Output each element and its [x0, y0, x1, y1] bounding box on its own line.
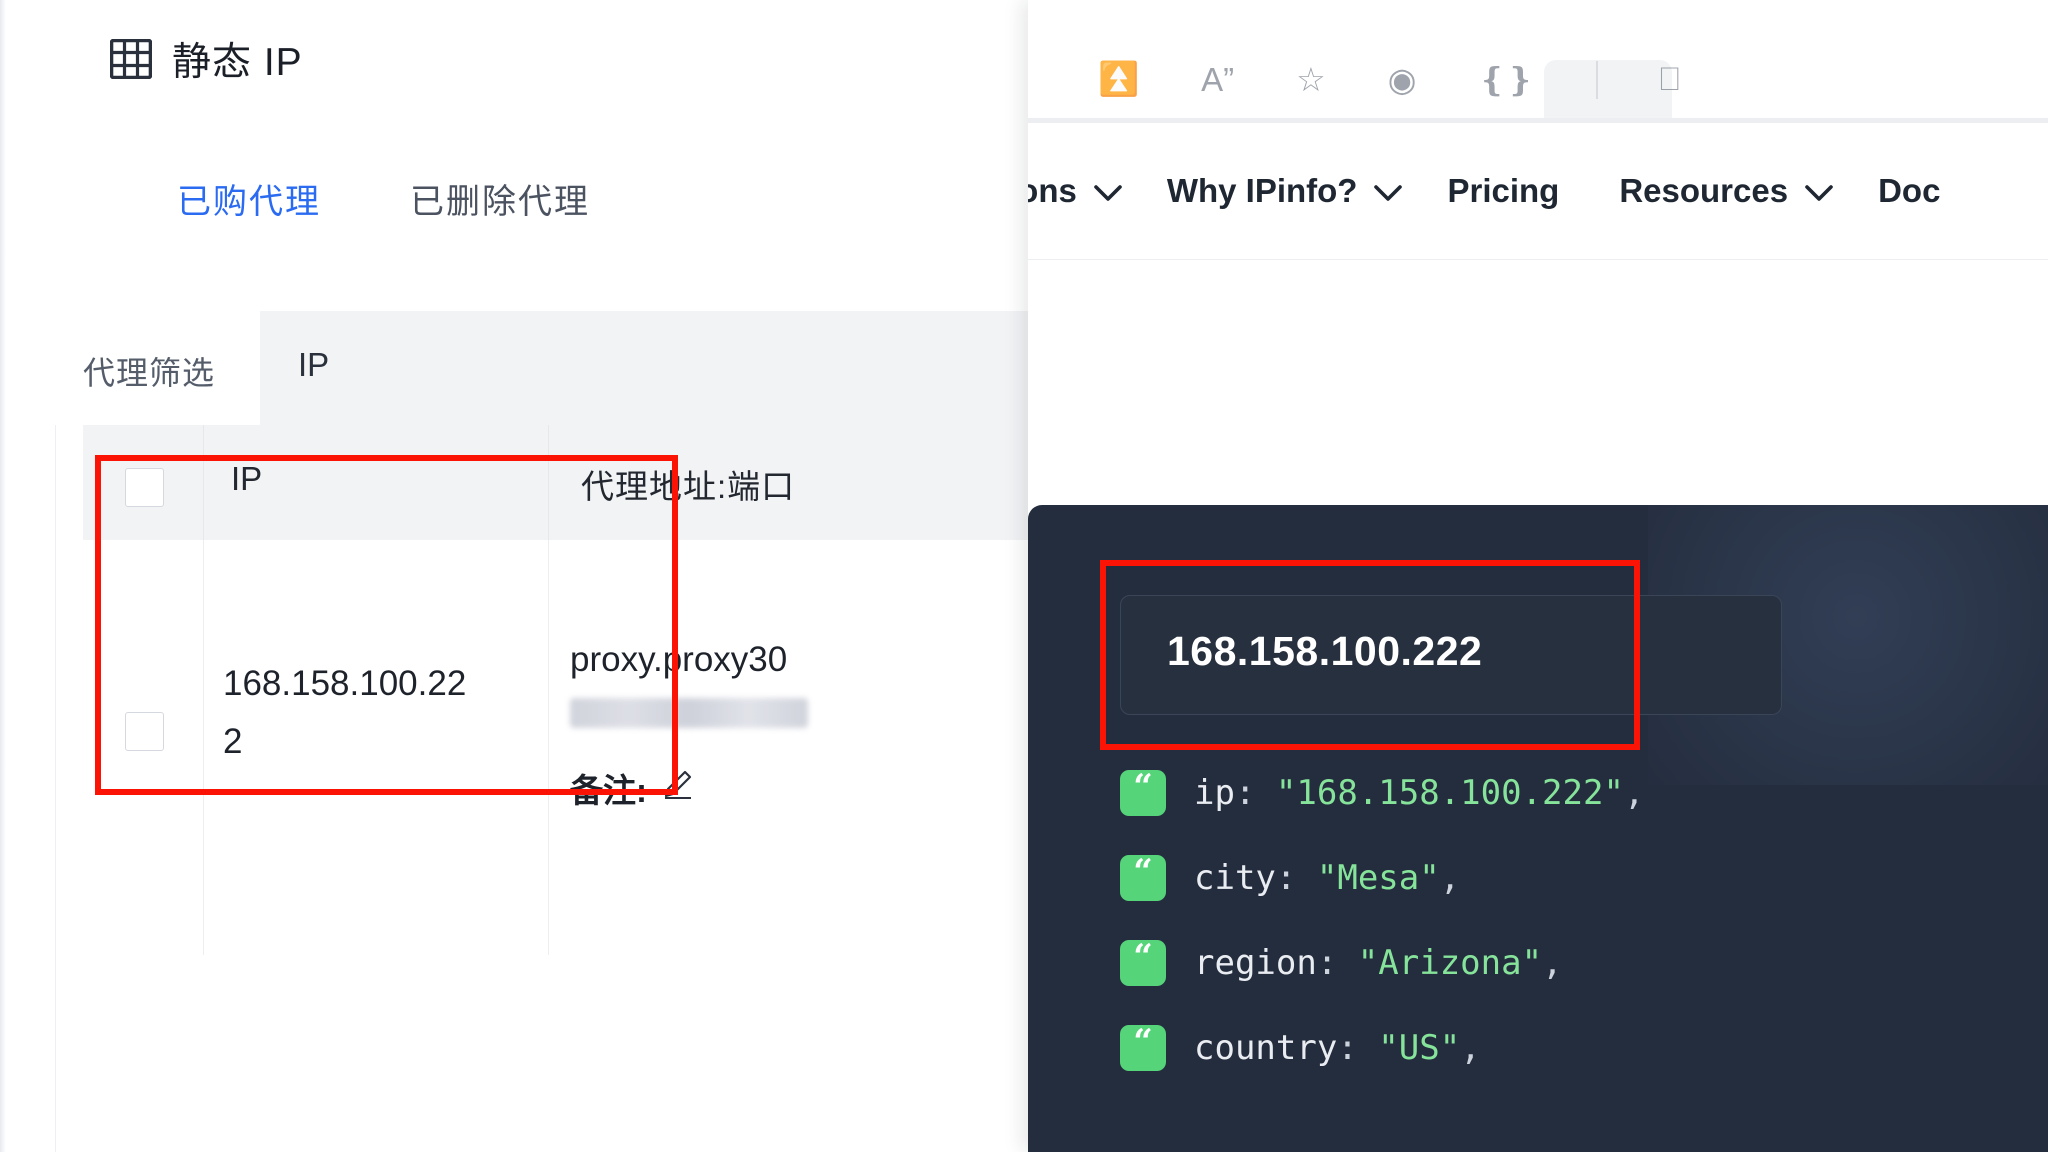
json-value: 168.158.100.222: [1296, 772, 1604, 813]
json-value: Arizona: [1378, 942, 1522, 983]
chevron-down-icon: [1804, 172, 1834, 210]
json-comma: ,: [1460, 1027, 1481, 1068]
json-colon: :: [1275, 857, 1297, 898]
json-quote-open: ": [1357, 942, 1379, 983]
chevron-down-icon: [450, 355, 484, 382]
ip-json-results: “ ip: "168.158.100.222", “ city: "Mesa",…: [1120, 750, 2040, 1090]
json-colon: :: [1234, 772, 1256, 813]
quote-icon: “: [1120, 769, 1166, 816]
toolbar-divider: [1595, 60, 1598, 99]
proxy-dashboard-window: 静态 IP 已购代理 已删除代理 代理筛选 IP IP 代理地址:端口 168.…: [0, 0, 1028, 1152]
tab-bar: 已购代理 已删除代理: [55, 117, 1028, 368]
nav-item-why-ipinfo[interactable]: Why IPinfo?: [1167, 172, 1404, 210]
json-line: region: "Arizona",: [1194, 943, 1563, 983]
quote-icon: “: [1120, 854, 1166, 901]
table-footer-edge: [83, 955, 1028, 967]
ip-search-highlight: [1100, 560, 1640, 750]
json-value: US: [1398, 1027, 1440, 1068]
json-quote-close: ": [1521, 942, 1543, 983]
page-header: 静态 IP: [55, 0, 1028, 118]
browser-toolbar-icons: ⏫ A” ☆ ◉ ❴❵ ⎕: [1098, 60, 1680, 99]
json-quote-open: ": [1316, 857, 1338, 898]
split-screen-icon[interactable]: ⎕: [1660, 60, 1680, 99]
nav-item-pricing[interactable]: Pricing: [1447, 172, 1575, 210]
ipinfo-navbar: tions Why IPinfo? Pricing Resources: [1028, 123, 2048, 260]
left-rail: [0, 0, 56, 1152]
nav-item-solutions[interactable]: tions: [1028, 172, 1123, 210]
nav-label: Pricing: [1447, 172, 1560, 209]
tab-purchased-proxies[interactable]: 已购代理: [177, 174, 321, 223]
json-value: Mesa: [1337, 857, 1420, 898]
list-item: “ region: "Arizona",: [1120, 920, 2040, 1005]
read-aloud-icon[interactable]: ⏫: [1098, 60, 1139, 99]
nav-label: Resources: [1619, 172, 1789, 209]
json-colon: :: [1316, 942, 1338, 983]
list-item: “ city: "Mesa",: [1120, 835, 2040, 920]
nav-label: tions: [1028, 172, 1077, 209]
nav-item-docs[interactable]: Doc: [1878, 172, 1956, 210]
list-item: “ ip: "168.158.100.222",: [1120, 750, 2040, 835]
quote-icon: “: [1120, 1024, 1166, 1071]
proxy-filter-value: IP: [298, 346, 330, 383]
json-key: country: [1194, 1027, 1338, 1068]
json-quote-close: ": [1419, 857, 1440, 898]
font-size-icon[interactable]: A”: [1201, 61, 1234, 99]
chevron-down-icon: [1093, 172, 1123, 210]
filter-search-area[interactable]: [512, 311, 1028, 428]
ip-column-highlight: [95, 455, 678, 795]
chevron-down-icon: [1373, 172, 1403, 210]
json-line: ip: "168.158.100.222",: [1194, 773, 1644, 813]
json-line: city: "Mesa",: [1194, 858, 1460, 898]
json-quote-open: ": [1378, 1027, 1399, 1068]
proxy-filter-select[interactable]: IP: [260, 311, 513, 428]
json-key: region: [1194, 942, 1317, 983]
json-quote-open: ": [1275, 772, 1297, 813]
json-key: ip: [1194, 772, 1235, 813]
tab-deleted-proxies[interactable]: 已删除代理: [410, 174, 590, 223]
browser-toolbar: ⏫ A” ☆ ◉ ❴❵ ⎕: [1028, 0, 2048, 130]
json-comma: ,: [1542, 942, 1563, 983]
json-comma: ,: [1439, 857, 1461, 898]
filter-label: 代理筛选: [83, 355, 216, 391]
list-item: “ country: "US",: [1120, 1005, 2040, 1090]
json-line: country: "US",: [1194, 1028, 1481, 1068]
grid-icon: [110, 38, 152, 79]
filter-row: 代理筛选 IP: [55, 311, 1028, 428]
nav-label: Why IPinfo?: [1166, 172, 1358, 209]
quote-icon: “: [1120, 939, 1166, 986]
page-title: 静态 IP: [172, 40, 303, 84]
nav-item-resources[interactable]: Resources: [1619, 172, 1834, 210]
json-comma: ,: [1623, 772, 1645, 813]
nav-label: Doc: [1878, 172, 1941, 209]
json-colon: :: [1337, 1027, 1358, 1068]
json-quote-close: ": [1603, 772, 1624, 813]
favorites-icon[interactable]: ☆: [1296, 60, 1326, 99]
rail-shadow: [0, 0, 6, 1152]
json-quote-close: ": [1439, 1027, 1461, 1068]
collections-icon[interactable]: ◉: [1388, 60, 1417, 99]
browser-essentials-icon[interactable]: ❴❵: [1478, 60, 1533, 99]
json-key: city: [1194, 857, 1276, 898]
